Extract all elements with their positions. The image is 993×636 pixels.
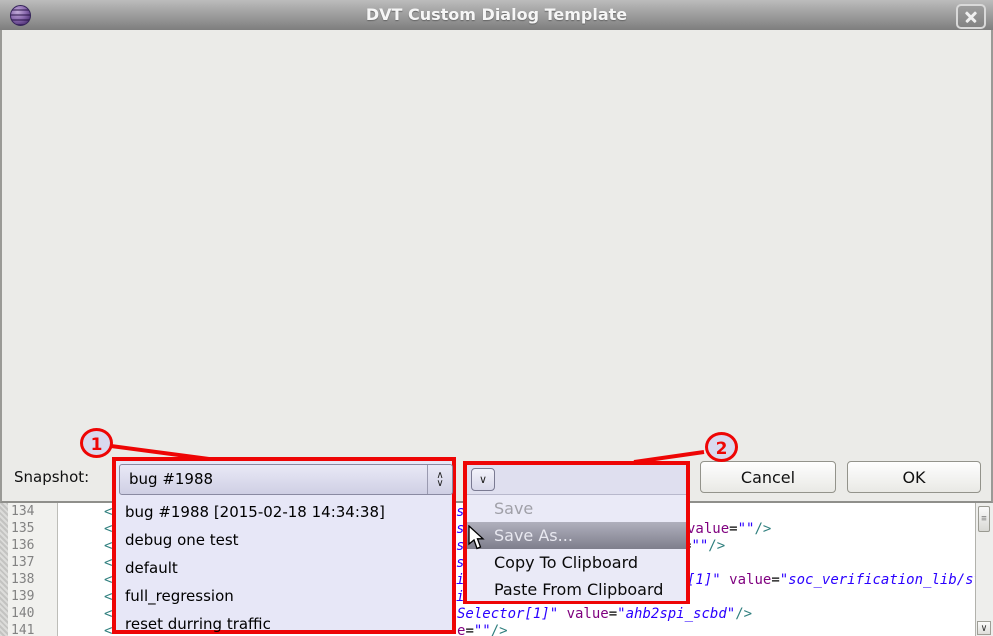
save-context-menu: SaveSave As...Copy To ClipboardPaste Fro… bbox=[467, 494, 686, 601]
cancel-button[interactable]: Cancel bbox=[700, 461, 836, 493]
line-number: 135 bbox=[11, 521, 34, 536]
xml-code-fragment: value=""/> bbox=[687, 521, 771, 537]
close-button[interactable] bbox=[956, 4, 986, 29]
line-number: 138 bbox=[11, 572, 34, 587]
save-menu-dropdown-button[interactable]: ∨ bbox=[471, 468, 495, 491]
dialog-titlebar[interactable]: DVT Custom Dialog Template bbox=[0, 0, 993, 31]
xml-eq: = bbox=[609, 606, 617, 622]
xml-code-fragment: e=""/> bbox=[457, 623, 508, 636]
xml-val: "ahb2spi_scbd" bbox=[617, 606, 735, 622]
ok-button[interactable]: OK bbox=[847, 461, 981, 493]
xml-tag: /> bbox=[735, 606, 752, 622]
xml-eq: = bbox=[729, 521, 737, 537]
menu-item[interactable]: Save As... bbox=[467, 522, 686, 549]
xml-val: Selector[1]" bbox=[457, 606, 567, 622]
line-number: 140 bbox=[11, 606, 34, 621]
xml-val: "" bbox=[691, 538, 708, 554]
xml-val: "" bbox=[738, 521, 755, 537]
xml-attr: value bbox=[567, 606, 609, 622]
annotation-box-save-menu: ∨ SaveSave As...Copy To ClipboardPaste F… bbox=[463, 461, 690, 604]
xml-tag: /> bbox=[708, 538, 725, 554]
xml-val: "" bbox=[474, 623, 491, 636]
annotation-circle-2: 2 bbox=[705, 432, 738, 462]
snapshot-dropdown-item[interactable]: debug one test bbox=[116, 526, 452, 554]
xml-attr: value bbox=[687, 521, 729, 537]
snapshot-combo[interactable]: bug #1988 ∧ ∨ bbox=[119, 464, 453, 495]
chevron-down-icon: ∨ bbox=[479, 474, 487, 485]
xml-eq: = bbox=[465, 623, 473, 636]
xml-tag: /> bbox=[754, 521, 771, 537]
line-number: 136 bbox=[11, 538, 34, 553]
xml-eq: = bbox=[771, 572, 779, 588]
annotation-box-snapshot: bug #1988 ∧ ∨ bug #1988 [2015-02-18 14:3… bbox=[112, 457, 456, 634]
snapshot-dropdown-list[interactable]: bug #1988 [2015-02-18 14:34:38]debug one… bbox=[116, 498, 452, 630]
dialog-title: DVT Custom Dialog Template bbox=[0, 5, 993, 24]
snapshot-label: Snapshot: bbox=[14, 468, 89, 486]
snapshot-dropdown-item[interactable]: bug #1988 [2015-02-18 14:34:38] bbox=[116, 498, 452, 526]
menu-item[interactable]: Paste From Clipboard bbox=[467, 576, 686, 603]
line-number: 139 bbox=[11, 589, 34, 604]
line-number: 134 bbox=[11, 504, 34, 519]
snapshot-combo-value: bug #1988 bbox=[129, 470, 213, 488]
xml-tag: /> bbox=[491, 623, 508, 636]
chevron-down-icon: ∨ bbox=[436, 480, 443, 488]
editor-scrollbar-thumb[interactable]: ≡ bbox=[978, 506, 990, 532]
xml-val: [1]" bbox=[687, 572, 729, 588]
menu-item: Save bbox=[467, 495, 686, 522]
line-number: 137 bbox=[11, 555, 34, 570]
screen: 134<s135<svalue=""/>136<s=""/>137<s138<i… bbox=[0, 0, 993, 636]
menu-item[interactable]: Copy To Clipboard bbox=[467, 549, 686, 576]
snapshot-dropdown-item[interactable]: default bbox=[116, 554, 452, 582]
xml-val: "soc_verification_lib/sv_c bbox=[780, 572, 993, 588]
xml-code-fragment: [1]" value="soc_verification_lib/sv_c bbox=[687, 572, 993, 588]
dialog-body bbox=[0, 30, 993, 503]
line-number: 141 bbox=[11, 623, 34, 636]
xml-attr: value bbox=[729, 572, 771, 588]
snapshot-combo-spinner[interactable]: ∧ ∨ bbox=[427, 465, 452, 494]
editor-vertical-scrollbar[interactable]: ≡ ∨ bbox=[975, 503, 993, 636]
snapshot-dropdown-item[interactable]: full_regression bbox=[116, 582, 452, 610]
editor-scroll-down-arrow[interactable]: ∨ bbox=[977, 621, 991, 635]
snapshot-dropdown-item[interactable]: reset durring traffic bbox=[116, 610, 452, 636]
xml-code-fragment: Selector[1]" value="ahb2spi_scbd"/> bbox=[457, 606, 752, 622]
annotation-circle-1: 1 bbox=[80, 428, 113, 458]
